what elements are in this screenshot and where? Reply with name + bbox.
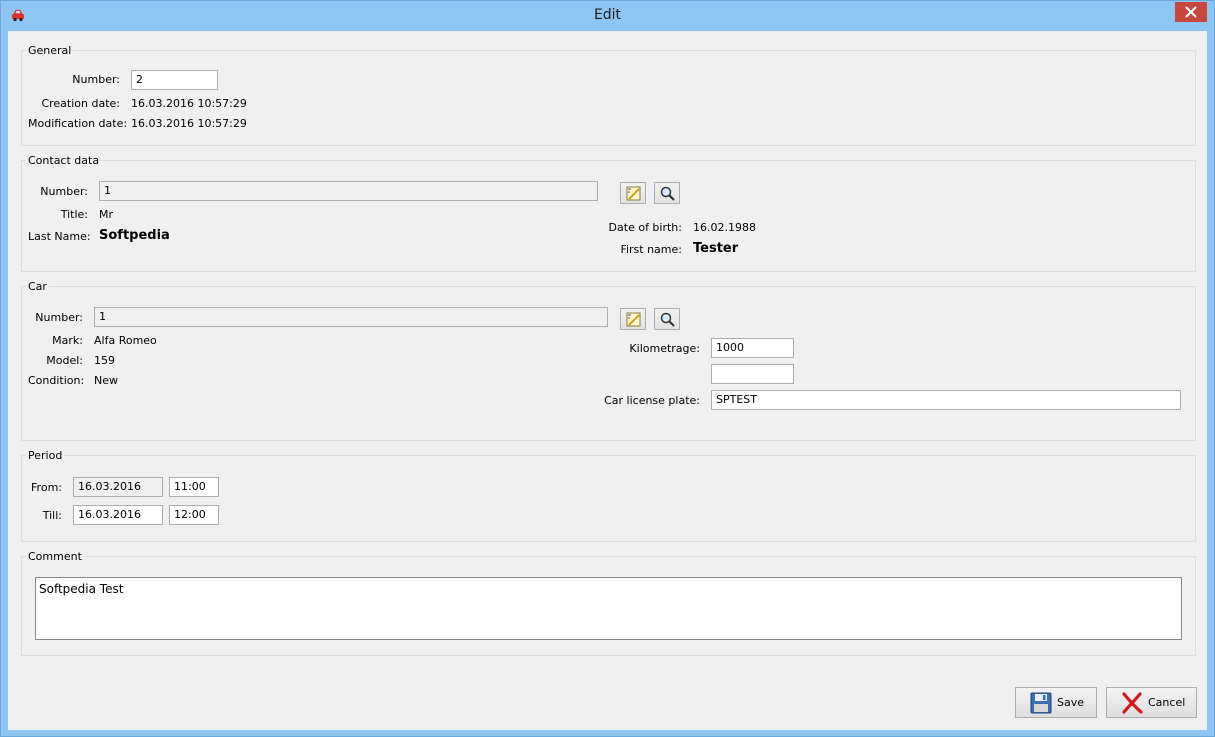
car-number-label: Number: — [35, 311, 83, 324]
mark-label: Mark: — [52, 334, 83, 347]
save-button[interactable]: Save — [1015, 687, 1097, 718]
general-number-input[interactable]: 2 — [131, 70, 218, 90]
title-label: Title: — [60, 208, 88, 221]
contact-clear-button[interactable] — [620, 182, 646, 204]
license-plate-label: Car license plate: — [604, 394, 700, 407]
red-x-icon — [1122, 692, 1143, 714]
general-group: General — [21, 44, 1196, 146]
edit-window: Edit General Number: 2 Creation date: 16… — [0, 0, 1215, 737]
clear-icon — [626, 312, 641, 327]
title-value: Mr — [99, 208, 114, 221]
car-number-input[interactable]: 1 — [94, 307, 608, 327]
creation-date-value: 16.03.2016 10:57:29 — [131, 97, 247, 110]
from-time-input[interactable]: 11:00 — [169, 477, 219, 497]
comment-textarea[interactable]: Softpedia Test — [35, 577, 1182, 640]
contact-search-button[interactable] — [654, 182, 680, 204]
cancel-button[interactable]: Cancel — [1106, 687, 1197, 718]
title-bar: Edit — [1, 1, 1214, 31]
license-plate-input[interactable]: SPTEST — [711, 390, 1181, 410]
floppy-disk-icon — [1030, 692, 1052, 714]
close-button[interactable] — [1175, 2, 1207, 22]
general-number-label: Number: — [72, 73, 120, 86]
clear-icon — [626, 186, 641, 201]
till-date-input[interactable]: 16.03.2016 — [73, 505, 163, 525]
till-label: Till: — [42, 509, 62, 522]
car-legend: Car — [28, 280, 47, 293]
close-icon — [1185, 6, 1197, 18]
lastname-label: Last Name: — [28, 230, 91, 243]
from-label: From: — [31, 481, 62, 494]
kilometrage-input[interactable]: 1000 — [711, 338, 794, 358]
kilometrage-label: Kilometrage: — [629, 342, 700, 355]
car-clear-button[interactable] — [620, 308, 646, 330]
comment-legend: Comment — [28, 550, 82, 563]
car-search-button[interactable] — [654, 308, 680, 330]
firstname-value: Tester — [693, 241, 739, 256]
from-date-input[interactable]: 16.03.2016 — [73, 477, 163, 497]
general-legend: General — [28, 44, 72, 57]
modification-date-label: Modification date: — [28, 117, 128, 130]
contact-number-label: Number: — [40, 185, 88, 198]
modification-date-value: 16.03.2016 10:57:29 — [131, 117, 247, 130]
dialog-body: General Number: 2 Creation date: 16.03.2… — [8, 31, 1207, 730]
car-group: Car — [21, 280, 1196, 441]
save-label: Save — [1057, 696, 1085, 709]
model-value: 159 — [94, 354, 115, 367]
creation-date-label: Creation date: — [41, 97, 120, 110]
mark-value: Alfa Romeo — [94, 334, 157, 347]
model-label: Model: — [46, 354, 83, 367]
extra-input[interactable] — [711, 364, 794, 384]
magnifier-icon — [660, 312, 675, 327]
contact-legend: Contact data — [28, 154, 100, 167]
dob-value: 16.02.1988 — [693, 221, 756, 234]
window-title: Edit — [593, 7, 622, 23]
firstname-label: First name: — [620, 243, 682, 256]
condition-value: New — [94, 374, 118, 387]
till-time-input[interactable]: 12:00 — [169, 505, 219, 525]
period-legend: Period — [28, 449, 63, 462]
dob-label: Date of birth: — [608, 221, 682, 234]
magnifier-icon — [660, 186, 675, 201]
contact-number-input[interactable]: 1 — [99, 181, 598, 201]
condition-label: Condition: — [28, 374, 85, 387]
lastname-value: Softpedia — [99, 228, 170, 243]
cancel-label: Cancel — [1148, 696, 1186, 709]
